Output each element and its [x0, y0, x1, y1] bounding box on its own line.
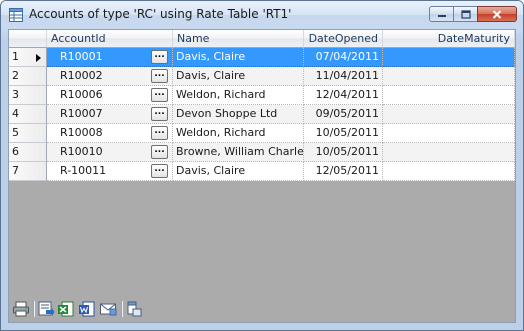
print-icon[interactable] [12, 300, 30, 318]
cell-accountid-text: R10001 [60, 50, 103, 63]
excel-export-icon[interactable] [57, 300, 75, 318]
cell-accountid[interactable]: R10002... [47, 67, 173, 86]
grid-table-icon [9, 8, 23, 22]
cell-dateopened-text: 07/04/2011 [315, 50, 379, 63]
table-row[interactable]: 5 R10008... Weldon, Richard 10/05/2011 [9, 124, 515, 143]
cell-dateopened[interactable]: 12/04/2011 [304, 86, 383, 105]
table-row[interactable]: 3 R10006... Weldon, Richard 12/04/2011 [9, 86, 515, 105]
row-number[interactable]: 2 [9, 67, 47, 86]
cell-accountid-text: R10002 [60, 69, 103, 82]
column-header-dateopened[interactable]: DateOpened [304, 30, 383, 48]
table-row[interactable]: 6 R10010... Browne, William Charles 10/05/2… [9, 143, 515, 162]
column-header-name[interactable]: Name [173, 30, 304, 48]
cell-accountid[interactable]: R10008... [47, 124, 173, 143]
cell-accountid-text: R10006 [60, 88, 103, 101]
cell-accountid[interactable]: R10010... [47, 143, 173, 162]
bottom-toolbar [8, 297, 516, 323]
cell-datematurity[interactable] [383, 48, 515, 67]
cell-dateopened[interactable]: 10/05/2011 [304, 143, 383, 162]
current-row-arrow-icon [36, 54, 41, 62]
cell-datematurity[interactable] [383, 67, 515, 86]
ellipsis-button[interactable]: ... [151, 107, 168, 121]
cell-accountid[interactable]: R10006... [47, 86, 173, 105]
toolbar-separator [33, 301, 35, 317]
ellipsis-button[interactable]: ... [151, 145, 168, 159]
cell-name[interactable]: Devon Shoppe Ltd [173, 105, 304, 124]
maximize-button[interactable] [453, 6, 478, 22]
cell-name-text: Browne, William Charles [176, 145, 304, 158]
export-icon[interactable] [37, 300, 55, 318]
cell-accountid[interactable]: R-10011... [47, 162, 173, 181]
cell-dateopened-text: 12/05/2011 [315, 164, 379, 177]
window-title: Accounts of type 'RC' using Rate Table '… [29, 7, 292, 21]
cell-datematurity[interactable] [383, 124, 515, 143]
cell-datematurity[interactable] [383, 105, 515, 124]
table-row[interactable]: 1 R10001... Davis, Claire 07/04/2011 [9, 48, 515, 67]
cell-accountid[interactable]: R10007... [47, 105, 173, 124]
cell-datematurity[interactable] [383, 86, 515, 105]
cell-datematurity[interactable] [383, 143, 515, 162]
table-row[interactable]: 4 R10007... Devon Shoppe Ltd 09/05/2011 [9, 105, 515, 124]
row-number[interactable]: 4 [9, 105, 47, 124]
ellipsis-button[interactable]: ... [151, 69, 168, 83]
cell-name-text: Davis, Claire [176, 50, 246, 63]
cell-name[interactable]: Davis, Claire [173, 48, 304, 67]
cell-dateopened[interactable]: 11/04/2011 [304, 67, 383, 86]
cell-accountid-text: R10010 [60, 145, 103, 158]
table-row[interactable]: 2 R10002... Davis, Claire 11/04/2011 [9, 67, 515, 86]
cell-name-text: Davis, Claire [176, 69, 246, 82]
cell-name-text: Weldon, Richard [176, 88, 266, 101]
column-chooser-icon[interactable] [125, 300, 143, 318]
minimize-button[interactable] [429, 6, 454, 22]
row-number[interactable]: 5 [9, 124, 47, 143]
cell-dateopened-text: 12/04/2011 [315, 88, 379, 101]
cell-dateopened-text: 10/05/2011 [315, 145, 379, 158]
ellipsis-button[interactable]: ... [151, 50, 168, 64]
row-number[interactable]: 6 [9, 143, 47, 162]
grid-container: AccountId Name DateOpened DateMaturity 1… [8, 29, 516, 323]
cell-accountid[interactable]: R10001... [47, 48, 173, 67]
row-number[interactable]: 3 [9, 86, 47, 105]
column-header-datematurity[interactable]: DateMaturity [383, 30, 515, 48]
cell-dateopened[interactable]: 09/05/2011 [304, 105, 383, 124]
email-icon[interactable] [99, 300, 117, 318]
cell-name[interactable]: Browne, William Charles [173, 143, 304, 162]
maximize-icon [460, 9, 471, 19]
cell-name-text: Devon Shoppe Ltd [176, 107, 278, 120]
cell-name-text: Weldon, Richard [176, 126, 266, 139]
minimize-icon [437, 15, 446, 17]
cell-dateopened-text: 09/05/2011 [315, 107, 379, 120]
cell-accountid-text: R-10011 [60, 164, 107, 177]
close-button[interactable] [477, 6, 517, 22]
cell-datematurity[interactable] [383, 162, 515, 181]
row-number[interactable]: 7 [9, 162, 47, 181]
row-number[interactable]: 1 [9, 48, 47, 67]
cell-name[interactable]: Weldon, Richard [173, 86, 304, 105]
row-header-corner [9, 30, 47, 48]
cell-dateopened-text: 11/04/2011 [315, 69, 379, 82]
ellipsis-button[interactable]: ... [151, 126, 168, 140]
table-row[interactable]: 7 R-10011... Davis, Claire 12/05/2011 [9, 162, 515, 181]
cell-dateopened-text: 10/05/2011 [315, 126, 379, 139]
window-controls [429, 6, 517, 23]
close-icon [492, 9, 502, 19]
app-window: Accounts of type 'RC' using Rate Table '… [0, 0, 524, 331]
ellipsis-button[interactable]: ... [151, 88, 168, 102]
cell-name[interactable]: Davis, Claire [173, 67, 304, 86]
cell-dateopened[interactable]: 12/05/2011 [304, 162, 383, 181]
cell-accountid-text: R10008 [60, 126, 103, 139]
cell-name[interactable]: Davis, Claire [173, 162, 304, 181]
cell-name[interactable]: Weldon, Richard [173, 124, 304, 143]
cell-name-text: Davis, Claire [176, 164, 246, 177]
ellipsis-button[interactable]: ... [151, 164, 168, 178]
word-export-icon[interactable] [78, 300, 96, 318]
toolbar-separator [121, 301, 123, 317]
cell-dateopened[interactable]: 07/04/2011 [304, 48, 383, 67]
cell-dateopened[interactable]: 10/05/2011 [304, 124, 383, 143]
title-bar[interactable]: Accounts of type 'RC' using Rate Table '… [1, 1, 523, 29]
cell-accountid-text: R10007 [60, 107, 103, 120]
column-header-accountid[interactable]: AccountId [47, 30, 173, 48]
